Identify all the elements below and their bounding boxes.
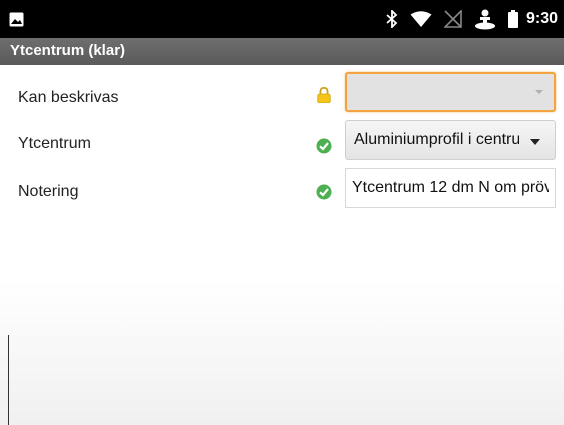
kan-beskrivas-spinner[interactable] (345, 72, 556, 112)
status-bar: 9:30 (0, 0, 564, 38)
ytcentrum-spinner[interactable]: Aluminiumprofil i centrum (345, 120, 556, 160)
lock-icon (317, 87, 331, 103)
battery-icon (507, 10, 518, 28)
chevron-down-icon (535, 90, 543, 94)
status-time: 9:30 (525, 10, 558, 27)
page-title: Ytcentrum (klar) (10, 42, 126, 59)
row-label: Ytcentrum (18, 135, 91, 152)
check-icon (316, 184, 332, 200)
action-bar: Ytcentrum (klar) (0, 38, 564, 65)
image-notification-icon (9, 12, 24, 27)
notering-text-field[interactable] (345, 168, 556, 208)
spinner-value: Aluminiumprofil i centrum (354, 131, 519, 148)
divider (8, 335, 9, 425)
notering-input[interactable] (346, 169, 555, 207)
row-label: Notering (18, 183, 79, 200)
form-content: Kan beskrivas Ytcentrum Aluminiumprofil … (0, 65, 564, 425)
bluetooth-icon (386, 10, 398, 28)
location-person-icon (474, 9, 495, 30)
row-label: Kan beskrivas (18, 89, 119, 106)
check-icon (316, 138, 332, 154)
chevron-down-icon (530, 139, 540, 145)
wifi-icon (410, 10, 432, 27)
no-sim-icon (443, 10, 462, 28)
